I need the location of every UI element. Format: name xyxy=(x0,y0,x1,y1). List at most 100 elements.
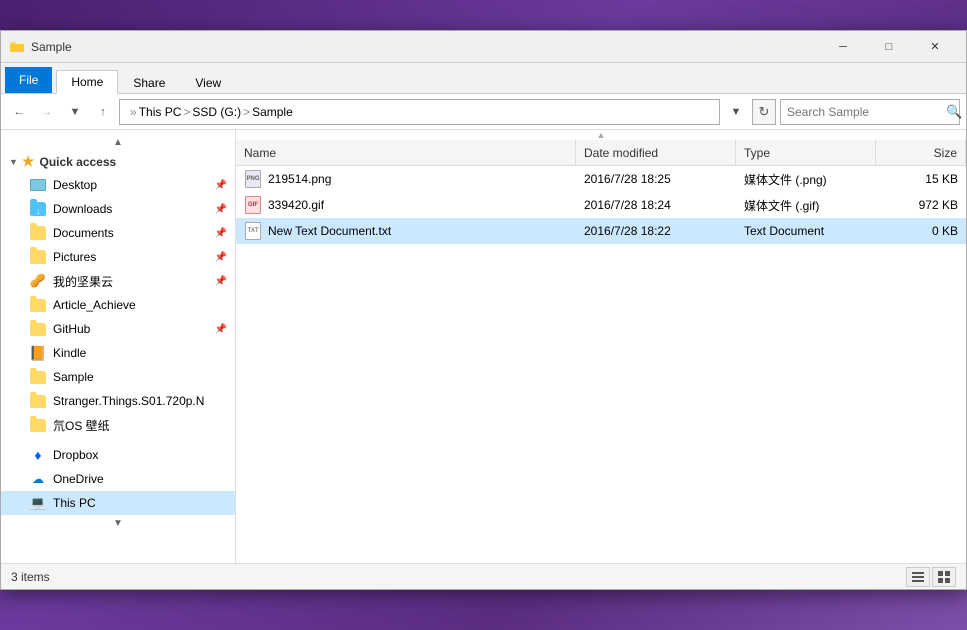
pin-icon-jiangguoyun: 📌 xyxy=(215,276,227,287)
file-list-body: PNG 219514.png 2016/7/28 18:25 媒体文件 (.pn… xyxy=(236,166,966,563)
sidebar-item-downloads[interactable]: ↓ Downloads 📌 xyxy=(1,197,235,221)
folder-icon-article xyxy=(29,296,47,314)
address-dropdown[interactable]: ▼ xyxy=(724,100,748,124)
table-row[interactable]: GIF 339420.gif 2016/7/28 18:24 媒体文件 (.gi… xyxy=(236,192,966,218)
sidebar-label-sample: Sample xyxy=(53,370,94,384)
downloads-icon: ↓ xyxy=(29,200,47,218)
sidebar-item-article-achieve[interactable]: Article_Achieve xyxy=(1,293,235,317)
explorer-window: Sample ─ □ ✕ File Home Share View ← → ▼ … xyxy=(0,30,967,590)
up-button[interactable]: ↑ xyxy=(91,100,115,124)
tab-share[interactable]: Share xyxy=(118,71,180,94)
sidebar-scroll-up[interactable]: ▲ xyxy=(1,134,235,150)
folder-icon-stranger xyxy=(29,392,47,410)
sidebar-quick-access-label: Quick access xyxy=(39,155,116,169)
file-type-cell: Text Document xyxy=(736,224,876,238)
sidebar-item-desktop[interactable]: Desktop 📌 xyxy=(1,173,235,197)
file-size-cell: 972 KB xyxy=(876,198,966,212)
sidebar: ▲ ▼ ★ Quick access Desktop 📌 ↓ xyxy=(1,130,236,563)
ribbon: File Home Share View xyxy=(1,63,966,94)
sidebar-quick-access-header[interactable]: ▼ ★ Quick access xyxy=(1,150,235,173)
sidebar-label-onedrive: OneDrive xyxy=(53,472,104,486)
file-date-cell: 2016/7/28 18:25 xyxy=(576,172,736,186)
refresh-button[interactable]: ↻ xyxy=(752,99,776,125)
maximize-button[interactable]: □ xyxy=(866,31,912,63)
file-type-cell: 媒体文件 (.gif) xyxy=(736,197,876,214)
search-icon: 🔍 xyxy=(946,104,962,120)
pin-icon-downloads: 📌 xyxy=(215,204,227,215)
close-button[interactable]: ✕ xyxy=(912,31,958,63)
sidebar-item-nios[interactable]: 氘OS 壁纸 xyxy=(1,413,235,437)
window-controls: ─ □ ✕ xyxy=(820,31,958,63)
details-view-button[interactable] xyxy=(906,567,930,587)
address-path[interactable]: » This PC > SSD (G:) > Sample xyxy=(119,99,720,125)
sidebar-scroll-down[interactable]: ▼ xyxy=(1,515,235,531)
col-header-name[interactable]: Name xyxy=(236,140,576,165)
thispc-icon: 💻 xyxy=(29,494,47,512)
chevron-down-icon: ▼ xyxy=(9,157,18,167)
col-header-type[interactable]: Type xyxy=(736,140,876,165)
file-name-cell: PNG 219514.png xyxy=(236,170,576,188)
sidebar-label-downloads: Downloads xyxy=(53,202,112,216)
sidebar-item-sample[interactable]: Sample xyxy=(1,365,235,389)
sidebar-label-kindle: Kindle xyxy=(53,346,86,360)
search-input[interactable] xyxy=(787,105,942,119)
path-sample[interactable]: Sample xyxy=(252,105,293,119)
sidebar-item-thispc[interactable]: 💻 This PC xyxy=(1,491,235,515)
sidebar-item-dropbox[interactable]: ♦ Dropbox xyxy=(1,443,235,467)
sidebar-item-stranger[interactable]: Stranger.Things.S01.720p.N xyxy=(1,389,235,413)
sidebar-item-jiangguoyun[interactable]: 🥜 我的坚果云 📌 xyxy=(1,269,235,293)
file-name-cell: TXT New Text Document.txt xyxy=(236,222,576,240)
path-thispc[interactable]: This PC xyxy=(139,105,182,119)
search-box[interactable]: 🔍 xyxy=(780,99,960,125)
pin-icon-documents: 📌 xyxy=(215,228,227,239)
sidebar-label-stranger: Stranger.Things.S01.720p.N xyxy=(53,394,204,408)
sidebar-label-documents: Documents xyxy=(53,226,114,240)
pin-icon: 📌 xyxy=(215,180,227,191)
col-header-date[interactable]: Date modified xyxy=(576,140,736,165)
large-icons-view-button[interactable] xyxy=(932,567,956,587)
status-bar: 3 items xyxy=(1,563,966,589)
sidebar-item-documents[interactable]: Documents 📌 xyxy=(1,221,235,245)
sidebar-label-thispc: This PC xyxy=(53,496,96,510)
tab-file[interactable]: File xyxy=(5,67,52,93)
onedrive-icon: ☁ xyxy=(29,470,47,488)
col-header-size[interactable]: Size xyxy=(876,140,966,165)
sidebar-item-onedrive[interactable]: ☁ OneDrive xyxy=(1,467,235,491)
jiangguoyun-icon: 🥜 xyxy=(29,272,47,290)
forward-button[interactable]: → xyxy=(35,100,59,124)
view-buttons xyxy=(906,567,956,587)
folder-icon-sample xyxy=(29,368,47,386)
table-row[interactable]: TXT New Text Document.txt 2016/7/28 18:2… xyxy=(236,218,966,244)
minimize-button[interactable]: ─ xyxy=(820,31,866,63)
dropbox-icon: ♦ xyxy=(29,446,47,464)
title-bar: Sample ─ □ ✕ xyxy=(1,31,966,63)
file-type-cell: 媒体文件 (.png) xyxy=(736,171,876,188)
file-list-area: ▲ Name Date modified Type Size xyxy=(236,130,966,563)
png-file-icon: PNG xyxy=(244,170,262,188)
sidebar-item-github[interactable]: GitHub 📌 xyxy=(1,317,235,341)
window-icon xyxy=(9,39,25,55)
sidebar-item-pictures[interactable]: Pictures 📌 xyxy=(1,245,235,269)
folder-icon-nios xyxy=(29,416,47,434)
sidebar-label-jiangguoyun: 我的坚果云 xyxy=(53,273,113,290)
folder-icon-kindle: 📙 xyxy=(29,344,47,362)
sidebar-label-github: GitHub xyxy=(53,322,90,336)
gif-file-icon: GIF xyxy=(244,196,262,214)
table-row[interactable]: PNG 219514.png 2016/7/28 18:25 媒体文件 (.pn… xyxy=(236,166,966,192)
file-size-cell: 0 KB xyxy=(876,224,966,238)
recent-locations-button[interactable]: ▼ xyxy=(63,100,87,124)
sidebar-item-kindle[interactable]: 📙 Kindle xyxy=(1,341,235,365)
txt-file-icon: TXT xyxy=(244,222,262,240)
quick-access-icon: ★ xyxy=(22,153,35,170)
sidebar-label-pictures: Pictures xyxy=(53,250,96,264)
main-area: ▲ ▼ ★ Quick access Desktop 📌 ↓ xyxy=(1,130,966,563)
ribbon-tabs: File Home Share View xyxy=(1,63,966,93)
tab-home[interactable]: Home xyxy=(56,70,118,94)
tab-view[interactable]: View xyxy=(180,71,236,94)
back-button[interactable]: ← xyxy=(7,100,31,124)
path-ssd[interactable]: SSD (G:) xyxy=(192,105,241,119)
pictures-icon xyxy=(29,248,47,266)
pin-icon-pictures: 📌 xyxy=(215,252,227,263)
pin-icon-github: 📌 xyxy=(215,324,227,335)
documents-icon xyxy=(29,224,47,242)
